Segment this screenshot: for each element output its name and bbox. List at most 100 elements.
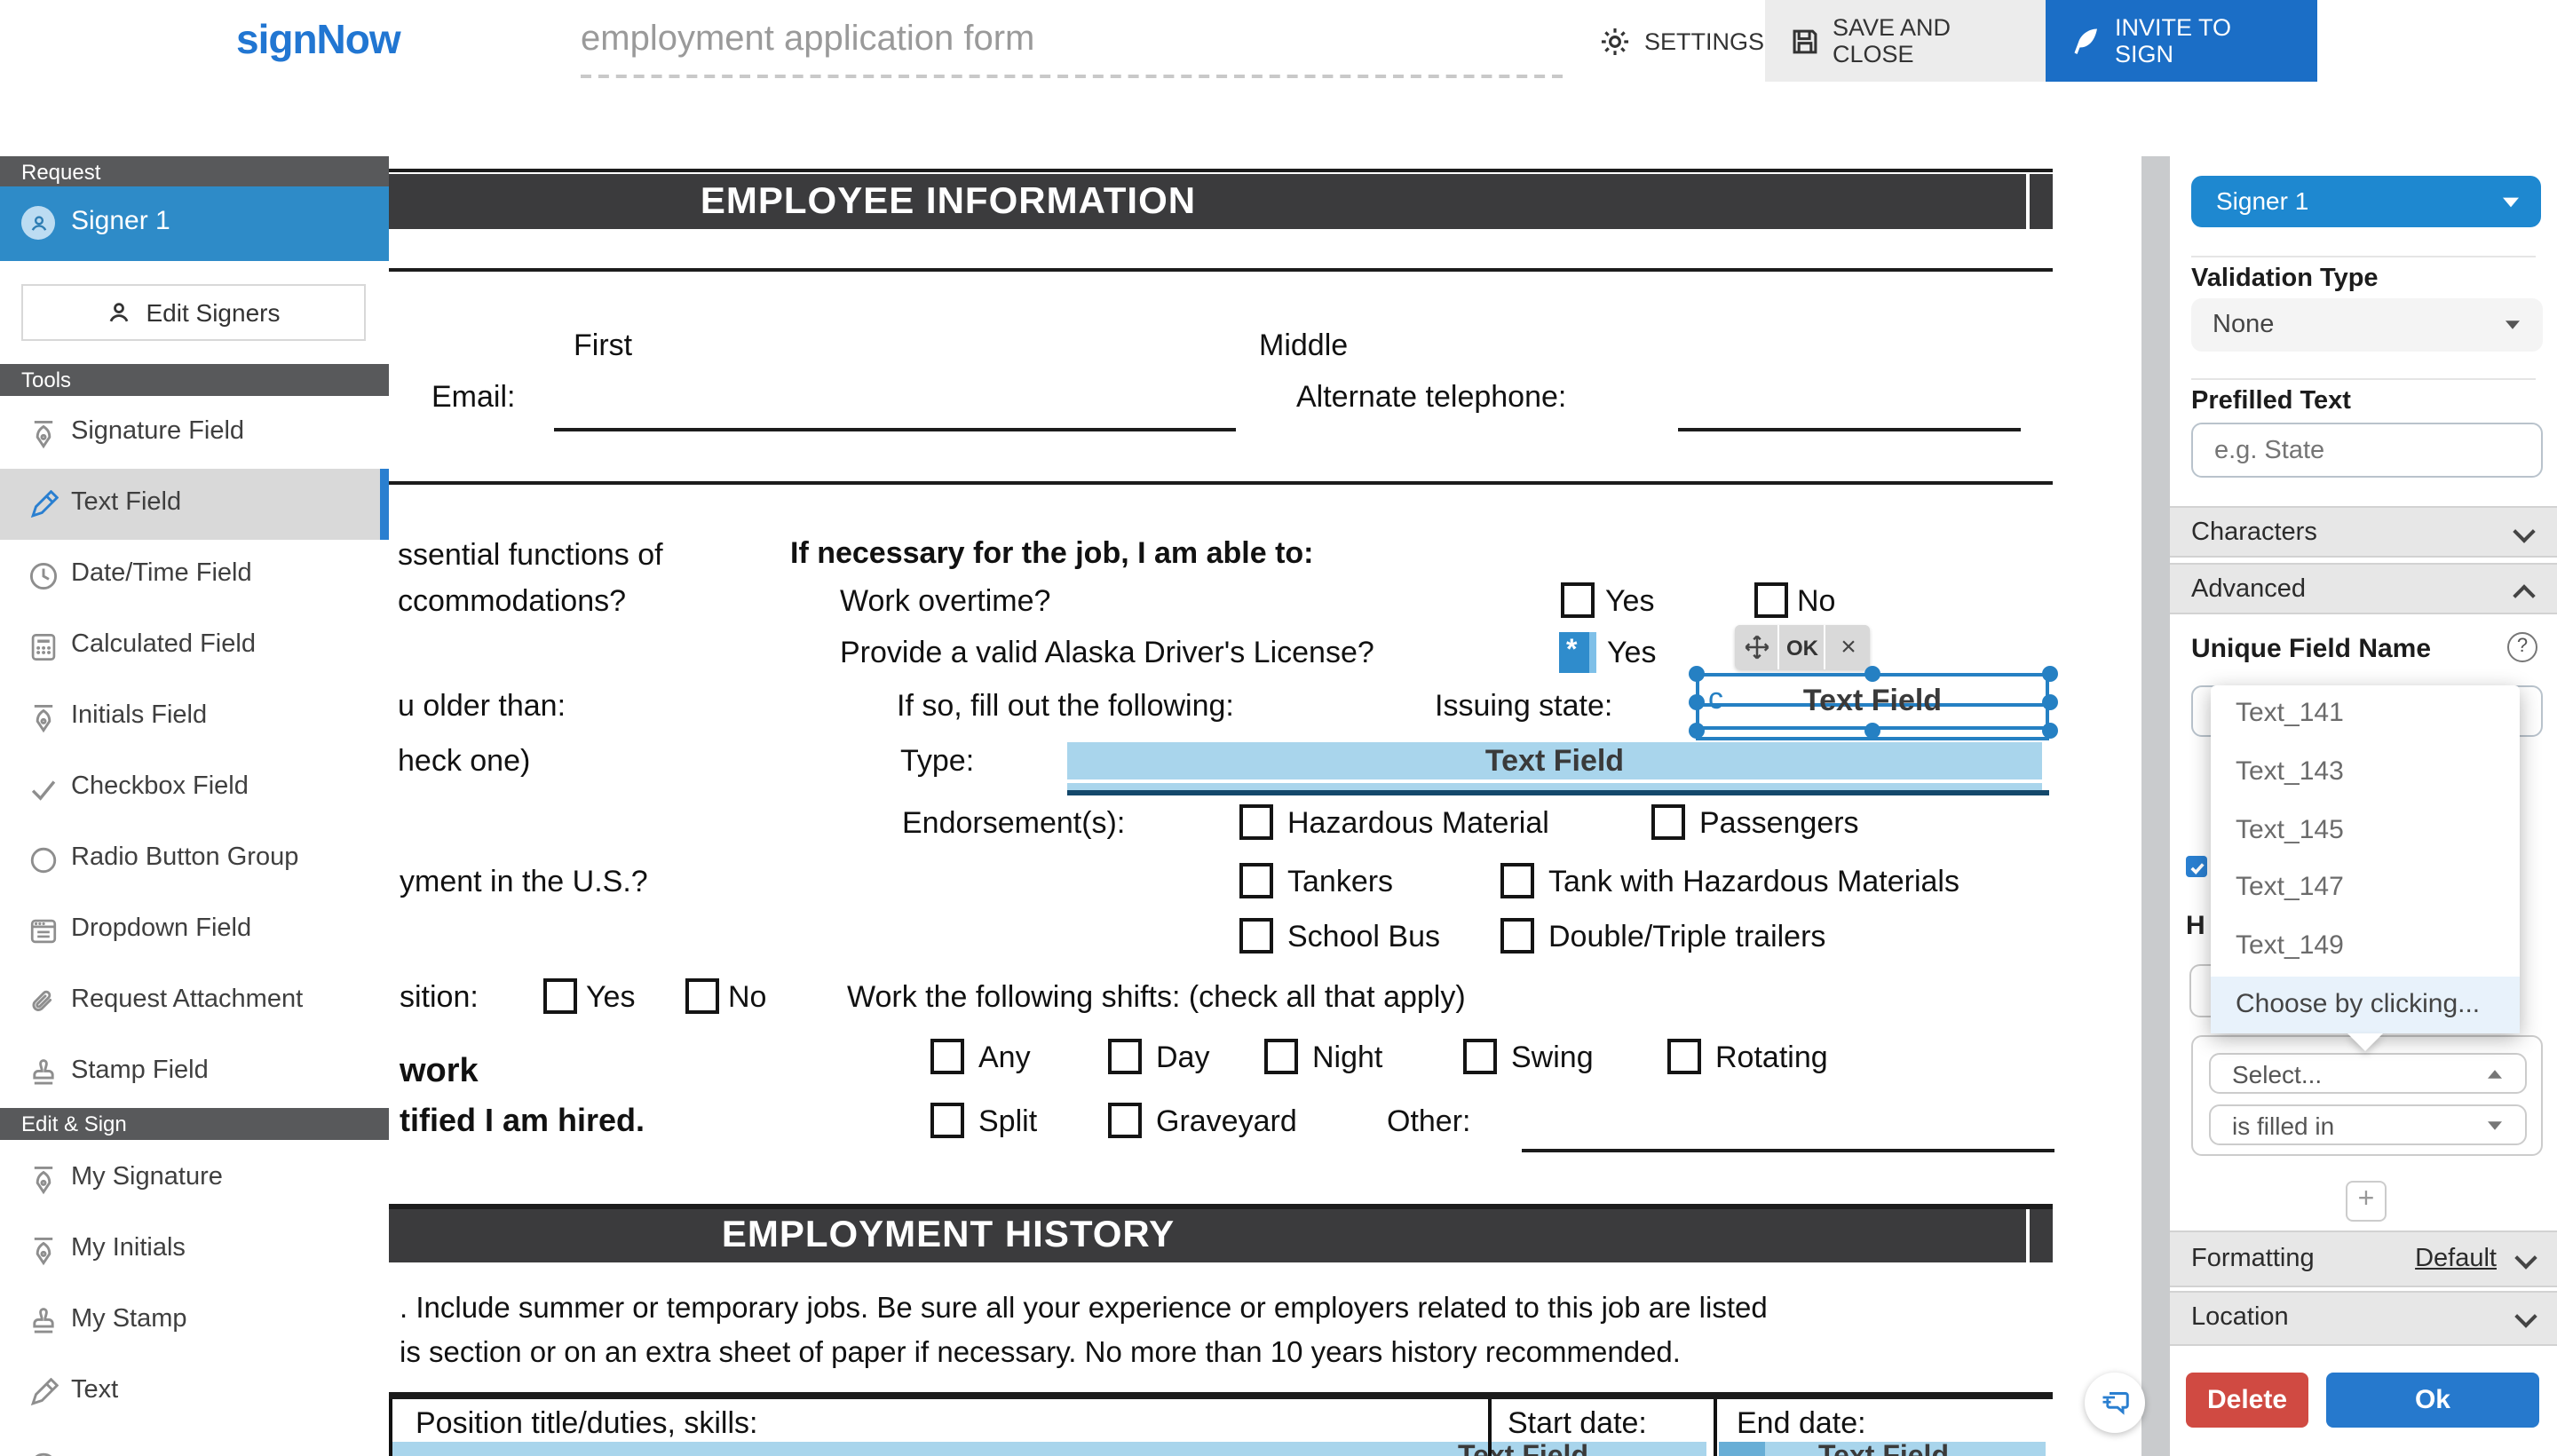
doc-fragment: sition: xyxy=(400,980,479,1016)
gear-icon xyxy=(1598,24,1632,58)
overtime-question: Work overtime? xyxy=(840,584,1050,620)
form-line xyxy=(389,268,2053,272)
chevron-up-icon xyxy=(2488,1069,2502,1078)
license-yes-checkbox-checked[interactable]: * xyxy=(1559,632,1596,673)
sidebar-item-calculated-field[interactable]: Calculated Field xyxy=(0,611,389,684)
sidebar-item-signature-field[interactable]: Signature Field xyxy=(0,398,389,471)
sidebar-item-my-stamp[interactable]: My Stamp xyxy=(0,1286,389,1358)
sidebar-item-checkbox-field[interactable]: Checkbox Field xyxy=(0,753,389,826)
sidebar-item-initials-field[interactable]: Initials Field xyxy=(0,682,389,755)
dropdown-option[interactable]: Text_145 xyxy=(2211,803,2520,859)
sidebar-item-radio-button-group[interactable]: Radio Button Group xyxy=(0,824,389,897)
endorsement-checkbox[interactable] xyxy=(1239,918,1273,954)
save-and-close-button[interactable]: SAVE AND CLOSE xyxy=(1765,0,2046,82)
endorsement-checkbox[interactable] xyxy=(1239,804,1273,840)
prefilled-text-input[interactable] xyxy=(2191,423,2543,478)
validation-type-select[interactable]: None xyxy=(2191,298,2543,352)
sidebar-item-dropdown-field[interactable]: Dropdown Field xyxy=(0,895,389,968)
shift-checkbox[interactable] xyxy=(930,1039,964,1074)
other-underline xyxy=(1522,1149,2054,1152)
settings-button[interactable]: SETTINGS xyxy=(1573,0,1789,82)
endorsement-checkbox[interactable] xyxy=(1239,863,1273,898)
bottom-text-field[interactable]: Text Field xyxy=(1765,1442,2046,1456)
shift-checkbox[interactable] xyxy=(1463,1039,1497,1074)
table-column-border xyxy=(1714,1399,1717,1456)
edit-signers-button[interactable]: Edit Signers xyxy=(21,284,366,341)
invite-to-sign-button[interactable]: INVITE TO SIGN xyxy=(2046,0,2317,82)
doc-fragment: u older than: xyxy=(398,689,566,724)
condition-operator-select[interactable]: is filled in xyxy=(2209,1104,2527,1145)
panel-signer-select[interactable]: Signer 1 xyxy=(2191,176,2541,227)
sidebar-item-text[interactable]: Text xyxy=(0,1357,389,1429)
top-bar: signNow employment application form SETT… xyxy=(0,0,2557,83)
help-icon[interactable]: ? xyxy=(2507,632,2537,662)
sidebar-item-datetime-field[interactable]: Date/Time Field xyxy=(0,540,389,613)
tools-section-header: Tools xyxy=(0,364,389,396)
add-condition-button[interactable]: + xyxy=(2346,1181,2387,1222)
edit-sign-section-header: Edit & Sign xyxy=(0,1108,389,1140)
comments-button[interactable] xyxy=(2085,1373,2145,1433)
move-field-handle[interactable] xyxy=(1735,625,1779,669)
position-yes-checkbox[interactable] xyxy=(543,978,577,1014)
chevron-down-icon xyxy=(2506,320,2520,329)
sidebar-item-request-attachment[interactable]: Request Attachment xyxy=(0,966,389,1039)
shift-checkbox[interactable] xyxy=(1108,1039,1142,1074)
shift-checkbox[interactable] xyxy=(1108,1103,1142,1138)
selected-tool-indicator xyxy=(380,469,389,540)
sidebar-signer-1[interactable]: Signer 1 xyxy=(0,186,389,261)
endorsement-checkbox[interactable] xyxy=(1500,863,1534,898)
sidebar-item-my-initials[interactable]: My Initials xyxy=(0,1215,389,1287)
dropdown-option[interactable]: Text_141 xyxy=(2211,685,2520,742)
history-paragraph-line1: . Include summer or temporary jobs. Be s… xyxy=(400,1293,1768,1326)
prefilled-text-label: Prefilled Text xyxy=(2191,387,2351,415)
position-no-checkbox[interactable] xyxy=(685,978,719,1014)
settings-label: SETTINGS xyxy=(1644,28,1764,54)
sidebar-item-partial[interactable] xyxy=(0,1428,389,1456)
shift-checkbox[interactable] xyxy=(930,1103,964,1138)
dropdown-tail xyxy=(2347,1033,2383,1051)
choose-by-clicking-option[interactable]: Choose by clicking... xyxy=(2211,977,2520,1033)
invite-to-sign-label: INVITE TO SIGN xyxy=(2115,14,2292,67)
alt-phone-underline xyxy=(1678,428,2021,431)
if-so-label: If so, fill out the following: xyxy=(897,689,1234,724)
endorsement-checkbox[interactable] xyxy=(1651,804,1685,840)
endorsement-checkbox[interactable] xyxy=(1500,918,1534,954)
shift-checkbox[interactable] xyxy=(1264,1039,1298,1074)
bold-question: If necessary for the job, I am able to: xyxy=(790,536,1314,572)
radio-circle-icon xyxy=(28,845,59,875)
overtime-yes-checkbox[interactable] xyxy=(1561,582,1595,618)
bottom-text-field[interactable]: Text Field xyxy=(392,1442,1706,1456)
field-close-button[interactable]: × xyxy=(1827,625,1870,669)
dropdown-option[interactable]: Text_143 xyxy=(2211,744,2520,801)
endorsements-label: Endorsement(s): xyxy=(902,806,1125,842)
formatting-section-toggle[interactable]: Formatting Default xyxy=(2170,1230,2557,1287)
email-label: Email: xyxy=(431,380,515,415)
shift-checkbox[interactable] xyxy=(1667,1039,1701,1074)
overtime-no-checkbox[interactable] xyxy=(1754,582,1788,618)
sidebar-item-stamp-field[interactable]: Stamp Field xyxy=(0,1037,389,1110)
doc-fragment: heck one) xyxy=(398,744,530,779)
dropdown-option[interactable]: Text_149 xyxy=(2211,918,2520,975)
location-section-toggle[interactable]: Location xyxy=(2170,1291,2557,1346)
dropdown-option[interactable]: Text_147 xyxy=(2211,859,2520,916)
formatting-default-link[interactable]: Default xyxy=(2415,1245,2497,1273)
left-sidebar: Request Signer 1 Edit Signers Tools Sign… xyxy=(0,156,389,1456)
condition-field-select[interactable]: Select... xyxy=(2209,1053,2527,1094)
sidebar-item-my-signature[interactable]: My Signature xyxy=(0,1143,389,1216)
table-column-border xyxy=(1488,1399,1492,1456)
delete-button[interactable]: Delete xyxy=(2186,1373,2308,1428)
sidebar-item-text-field[interactable]: Text Field xyxy=(0,469,389,542)
other-label: Other: xyxy=(1387,1104,1471,1140)
placed-text-field[interactable]: Text Field xyxy=(1067,742,2042,779)
checked-checkbox[interactable] xyxy=(2186,856,2207,877)
ok-button[interactable]: Ok xyxy=(2326,1373,2539,1428)
table-end-header: End date: xyxy=(1737,1406,1866,1442)
advanced-section-toggle[interactable]: Advanced xyxy=(2170,563,2557,614)
shifts-question: Work the following shifts: (check all th… xyxy=(847,980,1466,1016)
editor-toolbar: 150% xyxy=(0,82,2557,158)
employment-history-header: EMPLOYMENT HISTORY xyxy=(389,1209,2053,1262)
chevron-down-icon xyxy=(2514,1246,2537,1269)
characters-section-toggle[interactable]: Characters xyxy=(2170,506,2557,558)
field-ok-button[interactable]: OK xyxy=(1781,625,1825,669)
document-title[interactable]: employment application form xyxy=(581,20,1034,60)
